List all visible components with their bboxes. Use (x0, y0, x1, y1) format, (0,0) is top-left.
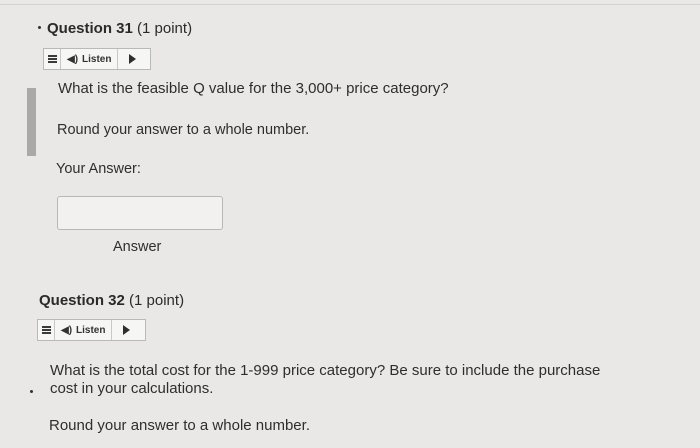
listen-button[interactable]: ◀) Listen (55, 320, 113, 340)
question-31-instruction: Round your answer to a whole number. (57, 122, 310, 138)
question-32-prompt-line1: What is the total cost for the 1-999 pri… (50, 362, 601, 379)
answer-caption: Answer (113, 239, 162, 255)
speaker-icon: ◀) (67, 53, 79, 65)
menu-icon[interactable] (44, 49, 61, 69)
play-button[interactable] (118, 49, 146, 69)
top-divider (0, 4, 700, 5)
collapse-dot-icon[interactable] (30, 390, 33, 393)
menu-icon[interactable] (38, 320, 55, 340)
listen-widget-q32: ◀) Listen (37, 319, 146, 341)
listen-button[interactable]: ◀) Listen (61, 49, 119, 69)
question-32-instruction: Round your answer to a whole number. (49, 417, 310, 434)
question-number: Question 32 (39, 292, 125, 309)
question-points: (1 point) (137, 20, 193, 37)
your-answer-label: Your Answer: (56, 161, 141, 177)
question-number: Question 31 (47, 20, 133, 37)
question-32-title: Question 32 (1 point) (39, 292, 184, 309)
listen-label: Listen (82, 53, 112, 65)
question-31-sidebar (27, 88, 36, 156)
collapse-dot-icon[interactable] (38, 26, 41, 29)
question-32-prompt-line2: cost in your calculations. (50, 380, 214, 397)
play-button[interactable] (112, 320, 140, 340)
listen-label: Listen (76, 324, 106, 336)
play-icon (122, 325, 130, 335)
question-31-prompt: What is the feasible Q value for the 3,0… (58, 80, 449, 97)
question-points: (1 point) (129, 292, 185, 309)
question-31-title: Question 31 (1 point) (47, 20, 192, 37)
speaker-icon: ◀) (61, 324, 73, 336)
play-icon (128, 54, 136, 64)
answer-input[interactable] (57, 196, 223, 230)
listen-widget-q31: ◀) Listen (43, 48, 151, 70)
